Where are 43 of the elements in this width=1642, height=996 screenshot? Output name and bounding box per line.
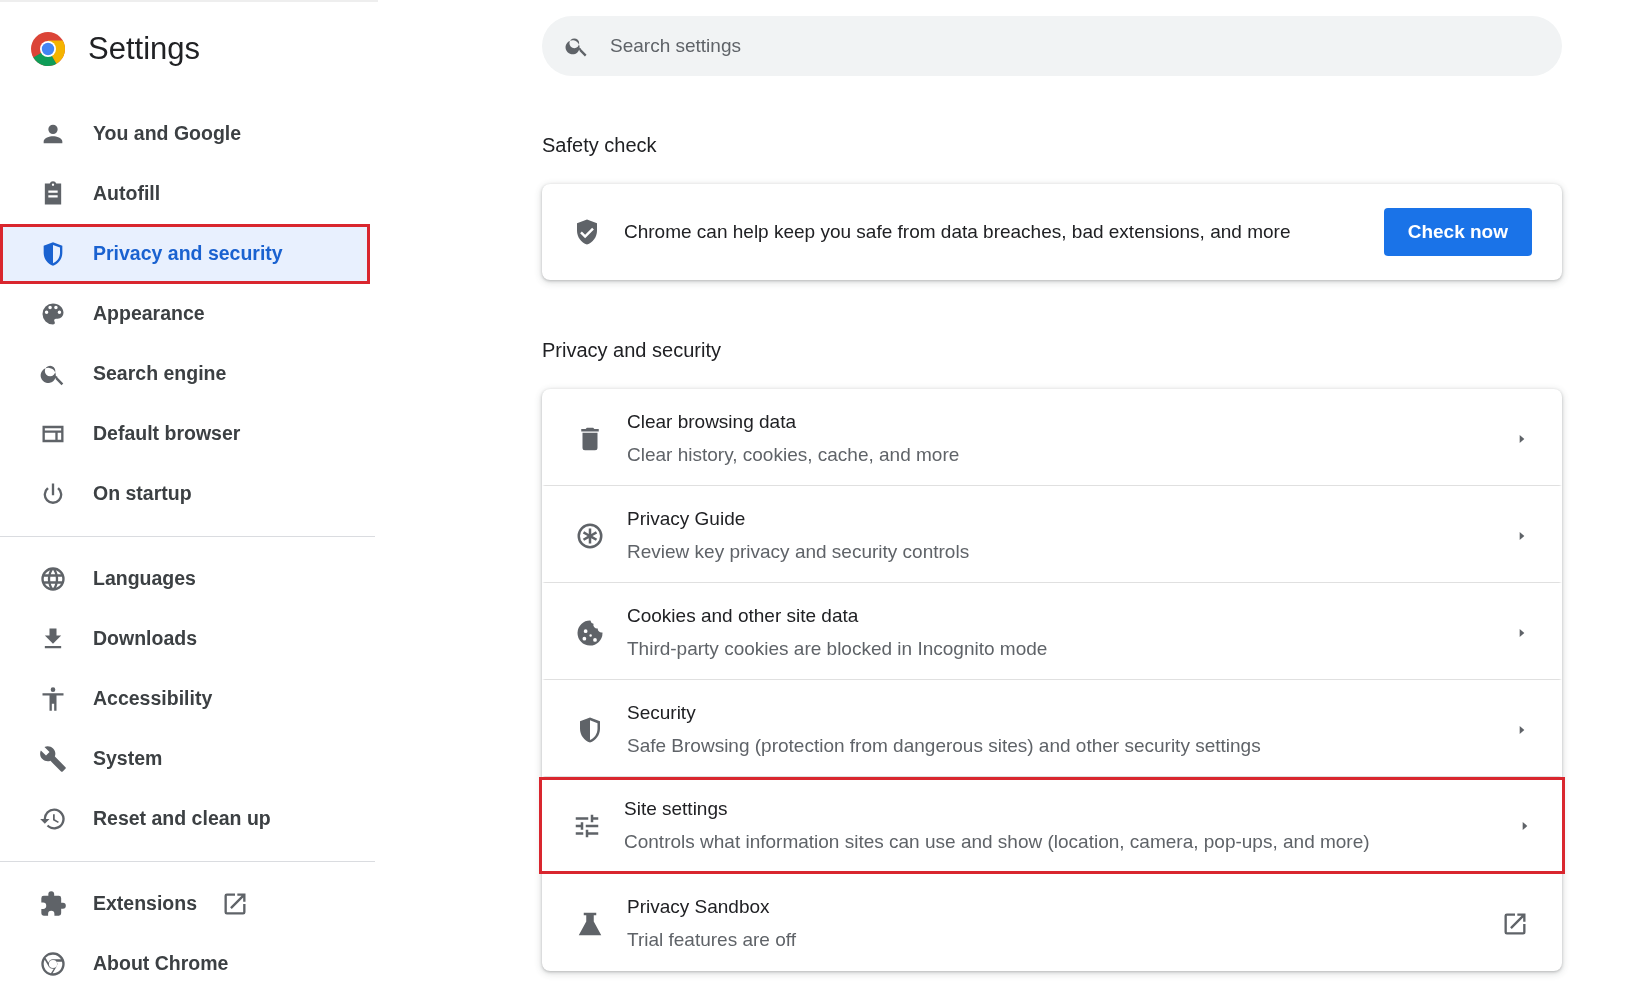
- row-title: Privacy Sandbox: [627, 895, 771, 919]
- settings-row[interactable]: Site settings Controls what information sites can use and show (location, camera, pop-ups, and more): [539, 777, 1565, 874]
- row-title: Privacy Guide: [627, 507, 747, 531]
- sidebar-item[interactable]: Downloads: [0, 609, 370, 669]
- safety-check-text: Chrome can help keep you safe from data breaches, bad extensions, and more: [624, 219, 1292, 244]
- sidebar-item[interactable]: About Chrome: [0, 934, 370, 994]
- row-title: Security: [627, 701, 697, 725]
- sidebar-item[interactable]: Languages: [0, 549, 370, 609]
- sidebar-item[interactable]: You and Google: [0, 104, 370, 164]
- section-heading: Safety check: [542, 133, 658, 158]
- section-heading: Privacy and security: [542, 338, 722, 363]
- page-title: Settings: [88, 29, 200, 68]
- sidebar-item[interactable]: Privacy and security: [0, 224, 370, 284]
- row-title: Clear browsing data: [627, 410, 797, 434]
- row-subtitle: Third-party cookies are blocked in Incognito mode: [627, 636, 1049, 661]
- sidebar-item[interactable]: Default browser: [0, 404, 370, 464]
- row-subtitle: Safe Browsing (protection from dangerous sites) and other security settings: [627, 733, 1262, 758]
- row-title: Site settings: [624, 797, 729, 821]
- sidebar-item[interactable]: Reset and clean up: [0, 789, 370, 849]
- browser-logo-icon: [39, 950, 67, 978]
- sidebar-item[interactable]: On startup: [0, 464, 370, 524]
- wrench-icon: [39, 745, 67, 773]
- row-subtitle: Review key privacy and security controls: [627, 539, 971, 564]
- sidebar-item[interactable]: Extensions: [0, 874, 370, 934]
- check-now-button[interactable]: Check now: [1383, 207, 1532, 257]
- sidebar-item[interactable]: System: [0, 729, 370, 789]
- puzzle-icon: [39, 890, 67, 918]
- sidebar-item[interactable]: Appearance: [0, 284, 370, 344]
- settings-row[interactable]: Clear browsing data Clear history, cookies, cache, and more: [542, 389, 1562, 486]
- row-title: Cookies and other site data: [627, 604, 860, 628]
- row-subtitle: Trial features are off: [627, 927, 797, 952]
- settings-row[interactable]: Cookies and other site data Third-party cookies are blocked in Incognito mode: [542, 583, 1562, 680]
- browser-logo-icon: [30, 31, 66, 67]
- settings-row[interactable]: Privacy Sandbox Trial features are off: [542, 874, 1562, 971]
- sidebar-item[interactable]: Autofill: [0, 164, 370, 224]
- search-field[interactable]: Search settings: [542, 16, 1562, 76]
- settings-row[interactable]: Privacy Guide Review key privacy and security controls: [542, 486, 1562, 583]
- settings-row[interactable]: Security Safe Browsing (protection from dangerous sites) and other security settings: [542, 680, 1562, 777]
- globe-icon: [39, 565, 67, 593]
- row-subtitle: Controls what information sites can use and show (location, camera, pop-ups, and more): [624, 829, 1371, 854]
- row-subtitle: Clear history, cookies, cache, and more: [627, 442, 961, 467]
- sidebar-item[interactable]: Accessibility: [0, 669, 370, 729]
- sidebar-item[interactable]: Search engine: [0, 344, 370, 404]
